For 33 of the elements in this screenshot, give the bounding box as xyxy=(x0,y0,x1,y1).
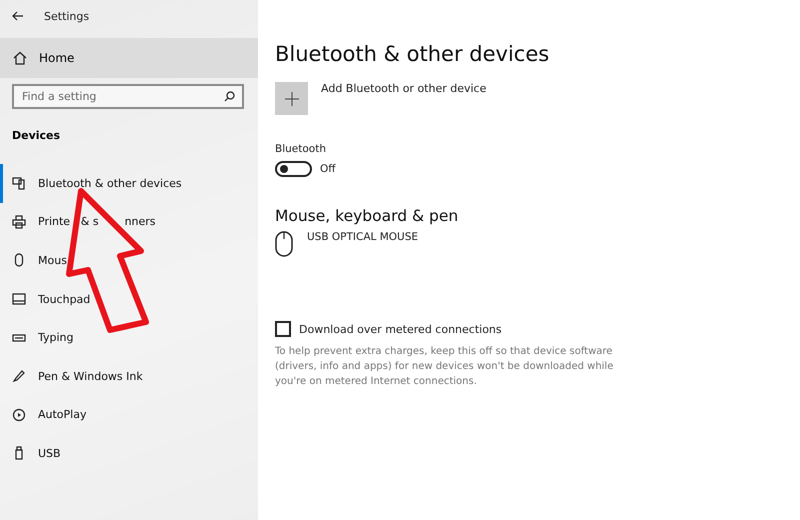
section-heading: Devices xyxy=(11,128,62,144)
bluetooth-label: Bluetooth xyxy=(275,143,326,155)
keyboard-phone-icon xyxy=(12,176,26,190)
touchpad-icon xyxy=(12,292,26,306)
mouse-icon xyxy=(275,231,293,257)
description-text: To help prevent extra charges, keep this off so that device software (drivers, info and apps) for new devices won't be downloaded while you're on metered Internet connections. xyxy=(275,345,614,389)
page-title: Bluetooth & other devices xyxy=(275,42,550,66)
sidebar-item[interactable]: Touchpad xyxy=(0,280,258,318)
sidebar-item[interactable]: Printe & s nners xyxy=(0,202,258,242)
search-icon xyxy=(224,91,235,102)
pen-icon xyxy=(12,369,26,384)
section-heading: Mouse, keyboard & pen xyxy=(275,207,460,225)
add-device-label: Add Bluetooth or other device xyxy=(321,82,486,97)
add-button[interactable] xyxy=(275,82,308,115)
sidebar-item[interactable]: AutoPlay xyxy=(0,396,258,434)
plus-icon xyxy=(284,92,298,106)
home-item[interactable]: Home xyxy=(0,38,258,78)
metered-checkbox[interactable] xyxy=(275,321,291,337)
sidebar-item[interactable]: USB xyxy=(0,434,258,473)
home-icon xyxy=(13,51,27,65)
sidebar-item[interactable]: Typing xyxy=(0,318,258,357)
play-circle-icon xyxy=(12,408,26,422)
sidebar-item[interactable]: Pen & Windows Ink xyxy=(0,356,258,396)
sidebar-item[interactable]: Mous xyxy=(0,241,258,280)
back-icon[interactable] xyxy=(12,11,24,21)
window-title: Settings xyxy=(44,10,90,22)
bluetooth-toggle[interactable] xyxy=(275,161,312,177)
toggle-state: Off xyxy=(320,163,336,175)
mouse-icon xyxy=(12,253,26,268)
search-field[interactable]: Find a setting xyxy=(12,84,244,109)
printer-icon xyxy=(12,214,26,229)
device-name: USB OPTICAL MOUSE xyxy=(307,231,418,245)
checkbox-label: Download over metered connections xyxy=(299,322,502,336)
